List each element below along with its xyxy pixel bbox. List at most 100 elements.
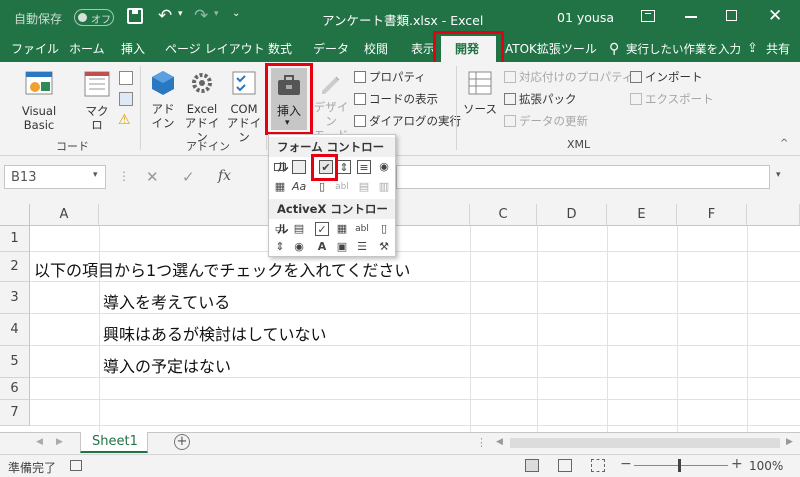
activex-textbox-icon[interactable]: abl (355, 222, 369, 236)
tab-insert[interactable]: 挿入 (121, 36, 145, 62)
scroll-left-icon[interactable]: ◀ (36, 437, 43, 447)
macro-record-status-icon[interactable] (70, 460, 82, 471)
tab-data[interactable]: データ (313, 36, 349, 62)
design-mode-button[interactable]: デザイン モード (311, 69, 351, 142)
ribbon-display-icon[interactable] (641, 10, 655, 22)
tab-review[interactable]: 校閲 (364, 36, 388, 62)
combo-list-edit-icon[interactable]: ▤ (357, 180, 371, 194)
zoom-slider-thumb[interactable] (678, 459, 681, 472)
visual-basic-button[interactable]: Visual Basic (6, 69, 72, 132)
column-header-e[interactable]: E (607, 204, 677, 226)
text-field-icon[interactable]: abl (335, 180, 349, 194)
row-header[interactable]: 2 (0, 252, 30, 282)
tab-home[interactable]: ホーム (69, 36, 105, 62)
row-header[interactable]: 1 (0, 226, 30, 252)
cancel-entry-icon[interactable]: ✕ (146, 168, 159, 186)
list-box-icon[interactable]: ≡ (357, 160, 371, 174)
xml-import-button[interactable]: インポート (645, 70, 703, 84)
redo-icon[interactable]: ↷ (194, 6, 208, 26)
share-icon[interactable]: ⇪ (747, 36, 758, 62)
sheet-tab-sheet1[interactable]: Sheet1 (80, 432, 148, 453)
tab-file[interactable]: ファイル (11, 36, 59, 62)
spin-button-icon[interactable]: ⇕ (337, 160, 351, 174)
tell-me-input[interactable]: 実行したい作業を入力 (626, 36, 741, 62)
collapse-ribbon-icon[interactable]: ^ (780, 138, 788, 149)
row-header[interactable]: 7 (0, 400, 30, 426)
normal-view-icon[interactable] (525, 459, 539, 472)
column-header-a[interactable]: A (30, 204, 99, 226)
tab-atok[interactable]: ATOK拡張ツール (505, 36, 597, 62)
customize-qat-icon[interactable]: ⌄ (232, 8, 240, 19)
column-header-c[interactable]: C (470, 204, 537, 226)
cell-a2[interactable]: 以下の項目から1つ選んでチェックを入れてください (34, 257, 410, 281)
column-header-f[interactable]: F (677, 204, 747, 226)
redo-dropdown-icon[interactable]: ▾ (214, 9, 219, 19)
tab-page-layout[interactable]: ページ レイアウト (165, 36, 265, 62)
hscroll-right-icon[interactable]: ▶ (786, 437, 793, 447)
add-sheet-icon[interactable]: + (174, 434, 190, 450)
view-code-button[interactable]: コードの表示 (369, 92, 438, 106)
select-all-corner[interactable] (0, 204, 30, 226)
undo-icon[interactable]: ↶ (158, 6, 172, 26)
macro-button[interactable]: マクロ (80, 69, 114, 132)
maximize-icon[interactable] (726, 10, 737, 21)
cell-b4[interactable]: 興味はあるが検討はしていない (103, 321, 327, 345)
expansion-packs-button[interactable]: 拡張パック (519, 92, 577, 106)
zoom-slider-track[interactable] (634, 465, 728, 466)
record-macro-icon[interactable] (119, 71, 133, 85)
tab-view[interactable]: 表示 (411, 36, 435, 62)
map-properties-button[interactable]: 対応付けのプロパティ (519, 70, 633, 84)
activex-combo-icon[interactable]: ▤ (292, 222, 306, 236)
refresh-data-button[interactable]: データの更新 (519, 114, 588, 128)
name-box-dropdown-icon[interactable]: ▾ (93, 170, 98, 180)
formula-input[interactable] (396, 165, 770, 189)
autosave-toggle[interactable]: オフ (74, 9, 114, 26)
share-label[interactable]: 共有 (766, 36, 790, 62)
column-header-g[interactable] (747, 204, 800, 226)
properties-button[interactable]: プロパティ (369, 70, 426, 84)
user-name[interactable]: 01 yousa (557, 10, 614, 25)
label-icon[interactable]: Aa (292, 180, 306, 194)
scroll-right-icon[interactable]: ▶ (56, 437, 63, 447)
activex-button-icon[interactable]: ▭ (273, 222, 287, 236)
zoom-in-icon[interactable]: + (731, 456, 743, 472)
row-header[interactable]: 5 (0, 346, 30, 378)
row-header[interactable]: 3 (0, 282, 30, 314)
scroll-bar-icon[interactable]: ▯ (315, 180, 329, 194)
row-header[interactable]: 4 (0, 314, 30, 346)
close-icon[interactable]: ✕ (768, 6, 782, 26)
expand-formula-bar-icon[interactable]: ▾ (776, 170, 781, 180)
activex-spin-icon[interactable]: ⇕ (273, 240, 287, 254)
row-header[interactable]: 6 (0, 378, 30, 400)
combo-box-icon[interactable] (292, 160, 306, 174)
column-header-d[interactable]: D (537, 204, 607, 226)
activex-image-icon[interactable]: ▣ (335, 240, 349, 254)
tab-formulas[interactable]: 数式 (268, 36, 292, 62)
cell-b5[interactable]: 導入の予定はない (103, 353, 231, 377)
com-addins-button[interactable]: COM アドイン (224, 69, 264, 144)
excel-addins-button[interactable]: Excel アドイン (182, 69, 222, 144)
option-button-icon[interactable]: ◉ (377, 160, 391, 174)
more-controls-icon[interactable]: ⚒ (377, 240, 391, 254)
activex-list-icon[interactable]: ▦ (335, 222, 349, 236)
activex-scrollbar-icon[interactable]: ▯ (377, 222, 391, 236)
activex-toggle-icon[interactable]: ☰ (355, 240, 369, 254)
zoom-out-icon[interactable]: − (620, 456, 632, 472)
confirm-entry-icon[interactable]: ✓ (182, 168, 195, 186)
name-box[interactable]: B13 ▾ (4, 165, 106, 189)
group-box-icon[interactable]: ▦ (273, 180, 287, 194)
page-break-view-icon[interactable] (591, 459, 605, 472)
undo-dropdown-icon[interactable]: ▾ (178, 9, 183, 19)
xml-export-button[interactable]: エクスポート (645, 92, 714, 106)
activex-checkbox-icon[interactable]: ✓ (315, 222, 329, 236)
combo-dropdown-edit-icon[interactable]: ▥ (377, 180, 391, 194)
activex-label-icon[interactable]: A (315, 240, 329, 254)
relative-reference-icon[interactable] (119, 92, 133, 106)
macro-security-icon[interactable]: ⚠ (118, 112, 131, 128)
activex-option-icon[interactable]: ◉ (292, 240, 306, 254)
addins-button[interactable]: アド イン (146, 69, 180, 130)
zoom-level[interactable]: 100% (749, 459, 783, 473)
run-dialog-button[interactable]: ダイアログの実行 (369, 114, 461, 128)
minimize-icon[interactable] (685, 16, 697, 18)
insert-function-icon[interactable]: fx (218, 168, 231, 184)
